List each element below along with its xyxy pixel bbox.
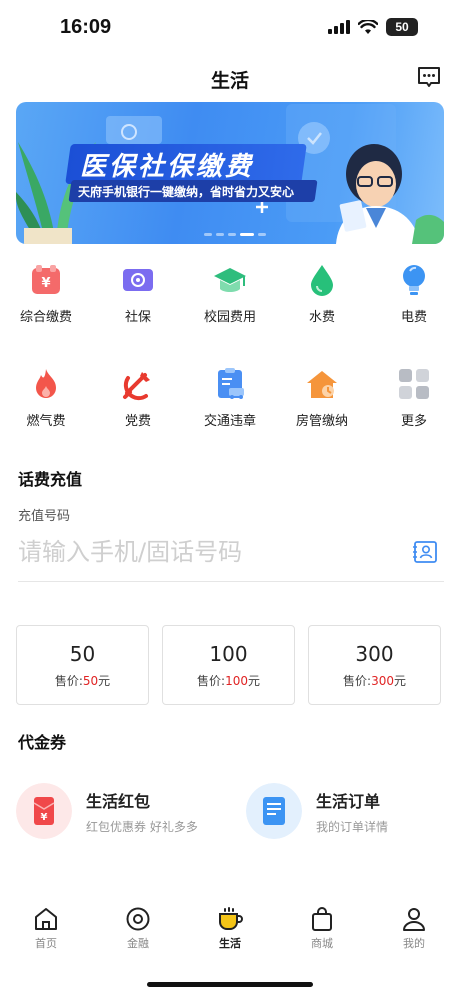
topup-amount-options: 50 售价:50元 100 售价:100元 300 售价:300元: [16, 625, 441, 705]
banner-dot[interactable]: [228, 233, 236, 236]
traffic-ticket-icon: [218, 368, 244, 399]
voucher-subtitle: 红包优惠券 好礼多多: [86, 819, 198, 834]
home-icon: [35, 908, 57, 930]
voucher-item-life-orders[interactable]: 生活订单 我的订单详情: [246, 783, 388, 839]
finance-coin-icon: [126, 907, 150, 931]
amount-value: 100: [209, 641, 248, 666]
service-item-party-dues[interactable]: 党费: [92, 366, 184, 429]
price-value: 300: [371, 673, 394, 688]
banner-dot-active[interactable]: [240, 233, 254, 236]
home-indicator: [147, 982, 313, 987]
service-label: 更多: [400, 414, 427, 429]
service-label: 燃气费: [26, 414, 66, 429]
voucher-section-title: 代金券: [18, 733, 67, 752]
voucher-title: 生活红包: [86, 791, 151, 811]
flame-icon: [36, 369, 56, 398]
voucher-title: 生活订单: [316, 791, 381, 811]
graduation-cap-icon: [214, 268, 246, 292]
social-security-card-icon: [123, 269, 153, 291]
topup-amount-card[interactable]: 100 售价:100元: [162, 625, 295, 705]
page-title: 生活: [210, 70, 249, 92]
tab-life[interactable]: 生活: [184, 906, 276, 966]
banner-dot[interactable]: [204, 233, 212, 236]
party-emblem-icon: [123, 372, 150, 401]
phone-field-label: 充值号码: [18, 509, 71, 524]
wifi-icon: [358, 19, 378, 34]
services-grid-row-1: ¥ 综合缴费 社保 校园费用 水费 电费: [0, 262, 460, 325]
service-item-housing-payment[interactable]: 房管缴纳: [276, 366, 368, 429]
amount-price: 售价:50元: [54, 673, 111, 688]
header: 生活: [0, 56, 460, 100]
service-label: 房管缴纳: [295, 414, 348, 429]
status-icons: 50: [328, 18, 418, 36]
topup-section-title: 话费充值: [18, 470, 83, 489]
contacts-icon[interactable]: [412, 540, 438, 564]
voucher-subtitle: 我的订单详情: [316, 819, 389, 834]
service-item-more[interactable]: 更多: [368, 366, 460, 429]
amount-value: 300: [355, 641, 394, 666]
tab-home[interactable]: 首页: [0, 906, 92, 966]
bottom-tab-bar: 首页 金融 生活 商城 我的: [0, 906, 460, 966]
service-item-traffic-violation[interactable]: 交通违章: [184, 366, 276, 429]
service-label: 党费: [124, 414, 151, 429]
svg-text:¥: ¥: [41, 812, 48, 823]
voucher-text: 生活红包 红包优惠券 好礼多多: [86, 788, 198, 835]
service-item-social-security[interactable]: 社保: [92, 262, 184, 325]
banner-title: 医保社保缴费: [80, 152, 255, 182]
voucher-text: 生活订单 我的订单详情: [316, 788, 388, 835]
tab-label: 商城: [311, 937, 333, 950]
services-grid-row-2: 燃气费 党费 交通违章 房管缴纳 更多: [0, 366, 460, 429]
tab-finance[interactable]: 金融: [92, 906, 184, 966]
more-grid-icon: [399, 369, 429, 399]
banner-pagination: [204, 233, 266, 236]
amount-value: 50: [69, 641, 96, 666]
status-time: 16:09: [60, 16, 112, 38]
service-item-electricity[interactable]: 电费: [368, 262, 460, 325]
phone-number-input[interactable]: [18, 532, 402, 572]
service-label: 交通违章: [203, 414, 256, 429]
house-icon: [307, 371, 337, 398]
battery-icon: 50: [386, 18, 418, 36]
amount-price: 售价:100元: [197, 673, 260, 688]
banner-dot[interactable]: [216, 233, 224, 236]
service-item-comprehensive-payment[interactable]: ¥ 综合缴费: [0, 262, 92, 325]
svg-text:¥: ¥: [41, 276, 50, 291]
water-drop-icon: [311, 265, 333, 296]
service-label: 水费: [308, 310, 335, 325]
amount-price: 售价:300元: [343, 673, 406, 688]
tab-profile[interactable]: 我的: [368, 906, 460, 966]
red-envelope-icon: ¥: [16, 783, 72, 839]
service-item-water[interactable]: 水费: [276, 262, 368, 325]
service-label: 社保: [124, 310, 151, 325]
banner-dot[interactable]: [258, 233, 266, 236]
order-list-icon: [246, 783, 302, 839]
yuan-card-icon: ¥: [32, 265, 60, 294]
tab-label: 我的: [403, 937, 425, 950]
topup-amount-card[interactable]: 50 售价:50元: [16, 625, 149, 705]
service-label: 综合缴费: [19, 310, 72, 325]
user-icon: [403, 908, 425, 931]
banner-subtitle: 天府手机银行一键缴纳，省时省力又安心: [78, 185, 295, 199]
divider: [18, 581, 444, 582]
voucher-item-life-red-packet[interactable]: ¥ 生活红包 红包优惠券 好礼多多: [16, 783, 198, 839]
tab-label: 金融: [127, 937, 149, 950]
price-value: 50: [82, 673, 99, 688]
service-label: 电费: [400, 310, 427, 325]
chat-bubble-icon[interactable]: [416, 65, 442, 91]
service-item-campus-fees[interactable]: 校园费用: [184, 262, 276, 325]
topup-amount-card[interactable]: 300 售价:300元: [308, 625, 441, 705]
signal-icon: [328, 20, 350, 34]
coffee-cup-icon: [219, 907, 243, 930]
service-item-gas[interactable]: 燃气费: [0, 366, 92, 429]
service-label: 校园费用: [203, 310, 256, 325]
tab-label: 生活: [219, 937, 241, 950]
promo-banner[interactable]: 医保社保缴费 天府手机银行一键缴纳，省时省力又安心: [16, 102, 444, 244]
shopping-bag-icon: [312, 907, 332, 931]
tab-mall[interactable]: 商城: [276, 906, 368, 966]
status-bar: 16:09 50: [0, 0, 460, 56]
light-bulb-icon: [403, 265, 425, 295]
price-value: 100: [225, 673, 248, 688]
tab-label: 首页: [35, 937, 57, 950]
